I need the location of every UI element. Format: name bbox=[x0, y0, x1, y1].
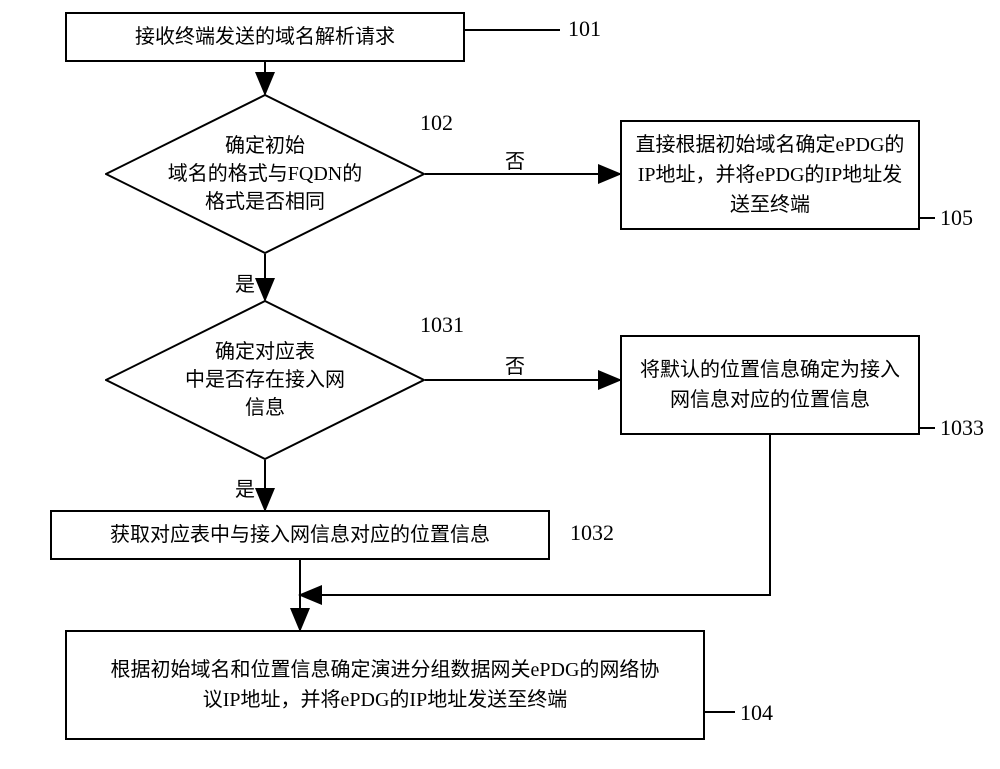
step-101-text: 接收终端发送的域名解析请求 bbox=[135, 22, 395, 52]
step-1032: 获取对应表中与接入网信息对应的位置信息 bbox=[50, 510, 550, 560]
step-104-text: 根据初始域名和位置信息确定演进分组数据网关ePDG的网络协议IP地址，并将ePD… bbox=[77, 655, 693, 715]
edge-1031-yes: 是 bbox=[235, 473, 255, 502]
decision-102: 确定初始 域名的格式与FQDN的 格式是否相同 bbox=[105, 94, 425, 254]
label-105: 105 bbox=[940, 205, 973, 231]
step-105: 直接根据初始域名确定ePDG的IP地址，并将ePDG的IP地址发送至终端 bbox=[620, 120, 920, 230]
step-105-text: 直接根据初始域名确定ePDG的IP地址，并将ePDG的IP地址发送至终端 bbox=[632, 130, 908, 220]
step-104: 根据初始域名和位置信息确定演进分组数据网关ePDG的网络协议IP地址，并将ePD… bbox=[65, 630, 705, 740]
decision-102-text: 确定初始 域名的格式与FQDN的 格式是否相同 bbox=[168, 132, 362, 216]
edge-1031-no: 否 bbox=[505, 350, 525, 379]
decision-1031-text: 确定对应表 中是否存在接入网 信息 bbox=[185, 338, 345, 422]
edge-102-no: 否 bbox=[505, 145, 525, 174]
step-101: 接收终端发送的域名解析请求 bbox=[65, 12, 465, 62]
label-1032: 1032 bbox=[570, 520, 614, 546]
label-104: 104 bbox=[740, 700, 773, 726]
step-1033: 将默认的位置信息确定为接入网信息对应的位置信息 bbox=[620, 335, 920, 435]
label-1031: 1031 bbox=[420, 312, 464, 338]
label-101: 101 bbox=[568, 16, 601, 42]
label-102: 102 bbox=[420, 110, 453, 136]
decision-1031: 确定对应表 中是否存在接入网 信息 bbox=[105, 300, 425, 460]
step-1032-text: 获取对应表中与接入网信息对应的位置信息 bbox=[110, 520, 490, 550]
step-1033-text: 将默认的位置信息确定为接入网信息对应的位置信息 bbox=[632, 355, 908, 415]
label-1033: 1033 bbox=[940, 415, 984, 441]
edge-102-yes: 是 bbox=[235, 268, 255, 297]
